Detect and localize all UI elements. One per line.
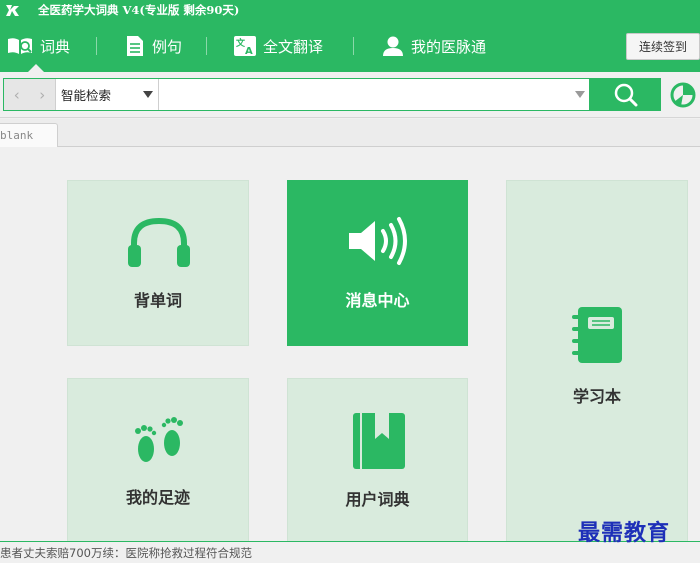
tile-user-dictionary[interactable]: 用户词典 [287, 378, 468, 541]
window-title: 全医药学大词典 V4(专业版 剩余90天) [38, 3, 240, 17]
tab-blank[interactable]: blank [0, 123, 58, 147]
watermark: 最需教育 [578, 520, 671, 546]
search-input[interactable] [160, 79, 570, 110]
active-tab-indicator [28, 64, 44, 72]
svg-text:A: A [245, 46, 253, 57]
app-logo-icon [6, 5, 19, 16]
news-ticker[interactable]: 患者丈夫索赔700万续：医院称抢救过程符合规范 [0, 545, 252, 561]
search-bar: ‹ › 智能检索 [0, 72, 700, 118]
tile-vocabulary[interactable]: 背单词 [67, 180, 249, 346]
tile-notebook[interactable]: 学习本 [506, 180, 688, 541]
nav-tab-dictionary-label: 词典 [40, 37, 71, 56]
pie-chart-button[interactable] [670, 82, 696, 108]
history-dropdown-icon[interactable] [575, 91, 585, 98]
search-box: ‹ › 智能检索 [3, 78, 590, 111]
nav-tab-examples-label: 例句 [152, 37, 183, 56]
home-panel: 背单词 消息中心 学习本 我的足迹 用户词典 [0, 148, 700, 541]
nav-tab-translate[interactable]: 文 A 全文翻译 [233, 20, 323, 72]
tile-user-dictionary-label: 用户词典 [345, 490, 410, 509]
history-arrows: ‹ › [4, 79, 56, 110]
title-bar: 全医药学大词典 V4(专业版 剩余90天) [0, 0, 700, 20]
document-tabs: blank [0, 119, 700, 147]
pie-chart-icon [670, 82, 696, 108]
tile-history[interactable]: 我的足迹 [67, 378, 249, 541]
tile-messages-label: 消息中心 [345, 291, 410, 310]
tile-vocabulary-label: 背单词 [133, 291, 182, 310]
forward-arrow-icon[interactable]: › [39, 86, 45, 104]
search-mode-select[interactable]: 智能检索 [58, 79, 159, 110]
search-mode-value: 智能检索 [61, 88, 112, 103]
chevron-down-icon [143, 91, 153, 98]
tile-notebook-label: 学习本 [572, 387, 621, 406]
bookmark-book-icon [353, 413, 405, 469]
user-icon [383, 36, 403, 56]
nav-divider [96, 37, 97, 55]
tile-history-label: 我的足迹 [125, 488, 190, 507]
document-icon [127, 36, 143, 56]
headphones-icon [128, 217, 190, 267]
tab-blank-label: blank [0, 129, 34, 142]
nav-divider [206, 37, 207, 55]
search-icon [614, 83, 637, 106]
daily-signin-button[interactable]: 连续签到 [626, 33, 700, 60]
tile-messages[interactable]: 消息中心 [287, 180, 468, 346]
speaker-icon [349, 217, 407, 265]
search-button[interactable] [590, 78, 661, 111]
notebook-icon [572, 307, 622, 363]
nav-tab-profile-label: 我的医脉通 [411, 37, 487, 56]
nav-divider [353, 37, 354, 55]
nav-tab-examples[interactable]: 例句 [124, 20, 182, 72]
dictionary-icon [8, 38, 32, 54]
main-nav: 词典 例句 文 A 全文翻译 我的医脉通 连续签到 [0, 20, 700, 72]
nav-tab-translate-label: 全文翻译 [263, 37, 324, 56]
nav-tab-profile[interactable]: 我的医脉通 [381, 20, 486, 72]
translate-icon: 文 A [234, 36, 256, 57]
footprints-icon [135, 417, 183, 462]
app-logo [0, 0, 26, 20]
back-arrow-icon[interactable]: ‹ [14, 86, 20, 104]
